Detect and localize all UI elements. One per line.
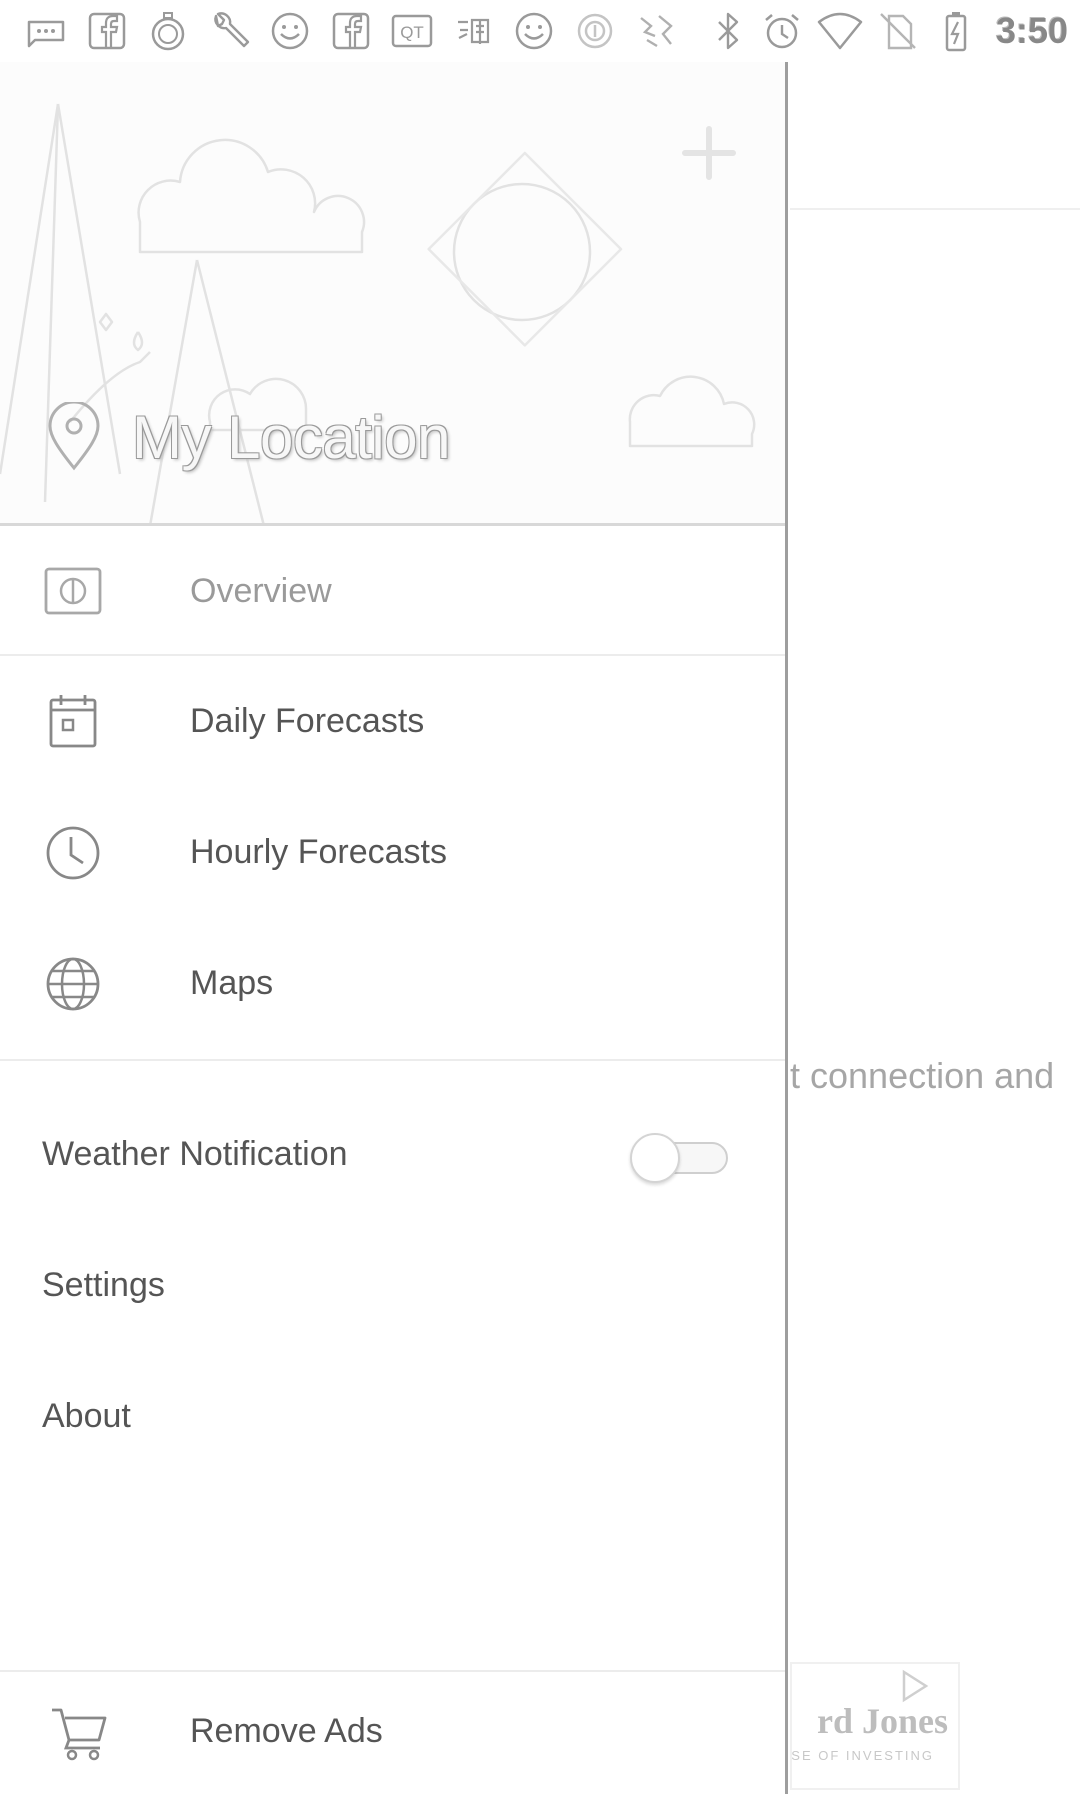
ad-banner[interactable]: rd Jones NSE OF INVESTING	[790, 1662, 960, 1790]
ad-choices-icon[interactable]	[896, 1668, 932, 1704]
plus-icon	[682, 126, 736, 180]
nav-label-hourly-forecasts: Hourly Forecasts	[190, 833, 447, 871]
remove-ads-label: Remove Ads	[190, 1712, 383, 1750]
navigation-drawer: My Location Overview Daily Forecasts Hou…	[0, 62, 788, 1794]
facebook-icon	[81, 5, 133, 57]
drawer-footer: Remove Ads	[0, 1670, 785, 1794]
globe-icon	[40, 951, 106, 1017]
smiley-icon	[508, 5, 560, 57]
wrench-icon	[203, 5, 255, 57]
qt-icon: QT	[386, 5, 438, 57]
svg-text:QT: QT	[400, 23, 424, 42]
weather-notification-toggle[interactable]	[630, 1133, 730, 1183]
calendar-icon	[40, 689, 106, 755]
app-icon	[630, 5, 682, 57]
menu-label-weather-notification: Weather Notification	[42, 1135, 348, 1173]
menu-item-settings[interactable]: Settings	[0, 1220, 785, 1351]
divider	[0, 1059, 785, 1061]
menu-label-settings: Settings	[42, 1266, 165, 1304]
nav-item-maps[interactable]: Maps	[0, 918, 785, 1049]
add-location-button[interactable]	[668, 112, 750, 194]
nav-item-hourly-forecasts[interactable]: Hourly Forecasts	[0, 787, 785, 918]
location-row[interactable]: My Location	[46, 402, 451, 472]
no-sim-icon	[872, 5, 924, 57]
status-time: 3:50	[995, 10, 1068, 51]
cart-icon	[50, 1702, 110, 1762]
smiley-icon	[264, 5, 316, 57]
location-pin-icon	[48, 402, 100, 471]
toggle-thumb	[630, 1133, 680, 1183]
remove-ads-button[interactable]: Remove Ads	[0, 1672, 785, 1794]
chat-bubble-icon	[20, 5, 72, 57]
nav-label-overview: Overview	[190, 571, 332, 610]
drawer-header: My Location	[0, 62, 785, 526]
battery-charging-icon	[930, 5, 982, 57]
taobao-icon	[447, 5, 499, 57]
overview-icon	[40, 558, 106, 624]
ad-brand-text: rd Jones	[816, 1701, 948, 1741]
connection-error-text: t connection and	[790, 1055, 1055, 1096]
nav-label-daily-forecasts: Daily Forecasts	[190, 702, 425, 740]
stopwatch-icon	[142, 5, 194, 57]
menu-item-weather-notification[interactable]: Weather Notification	[0, 1089, 785, 1220]
wifi-icon	[814, 5, 866, 57]
background-toolbar	[790, 62, 1080, 210]
clock-icon	[40, 820, 106, 886]
screen: t connection and rd Jones NSE OF INVESTI…	[0, 0, 1080, 1794]
ad-tagline-text: NSE OF INVESTING	[790, 1748, 934, 1763]
nav-label-maps: Maps	[190, 964, 274, 1002]
status-bar: QT 3:50	[0, 0, 1080, 62]
bluetooth-icon	[702, 5, 754, 57]
alarm-icon	[756, 5, 808, 57]
location-name: My Location	[132, 403, 451, 471]
nav-item-overview[interactable]: Overview	[0, 528, 785, 654]
facebook-icon	[325, 5, 377, 57]
nav-item-daily-forecasts[interactable]: Daily Forecasts	[0, 656, 785, 787]
menu-item-about[interactable]: About	[0, 1351, 785, 1482]
menu-label-about: About	[42, 1397, 131, 1435]
circle-app-icon	[569, 5, 621, 57]
